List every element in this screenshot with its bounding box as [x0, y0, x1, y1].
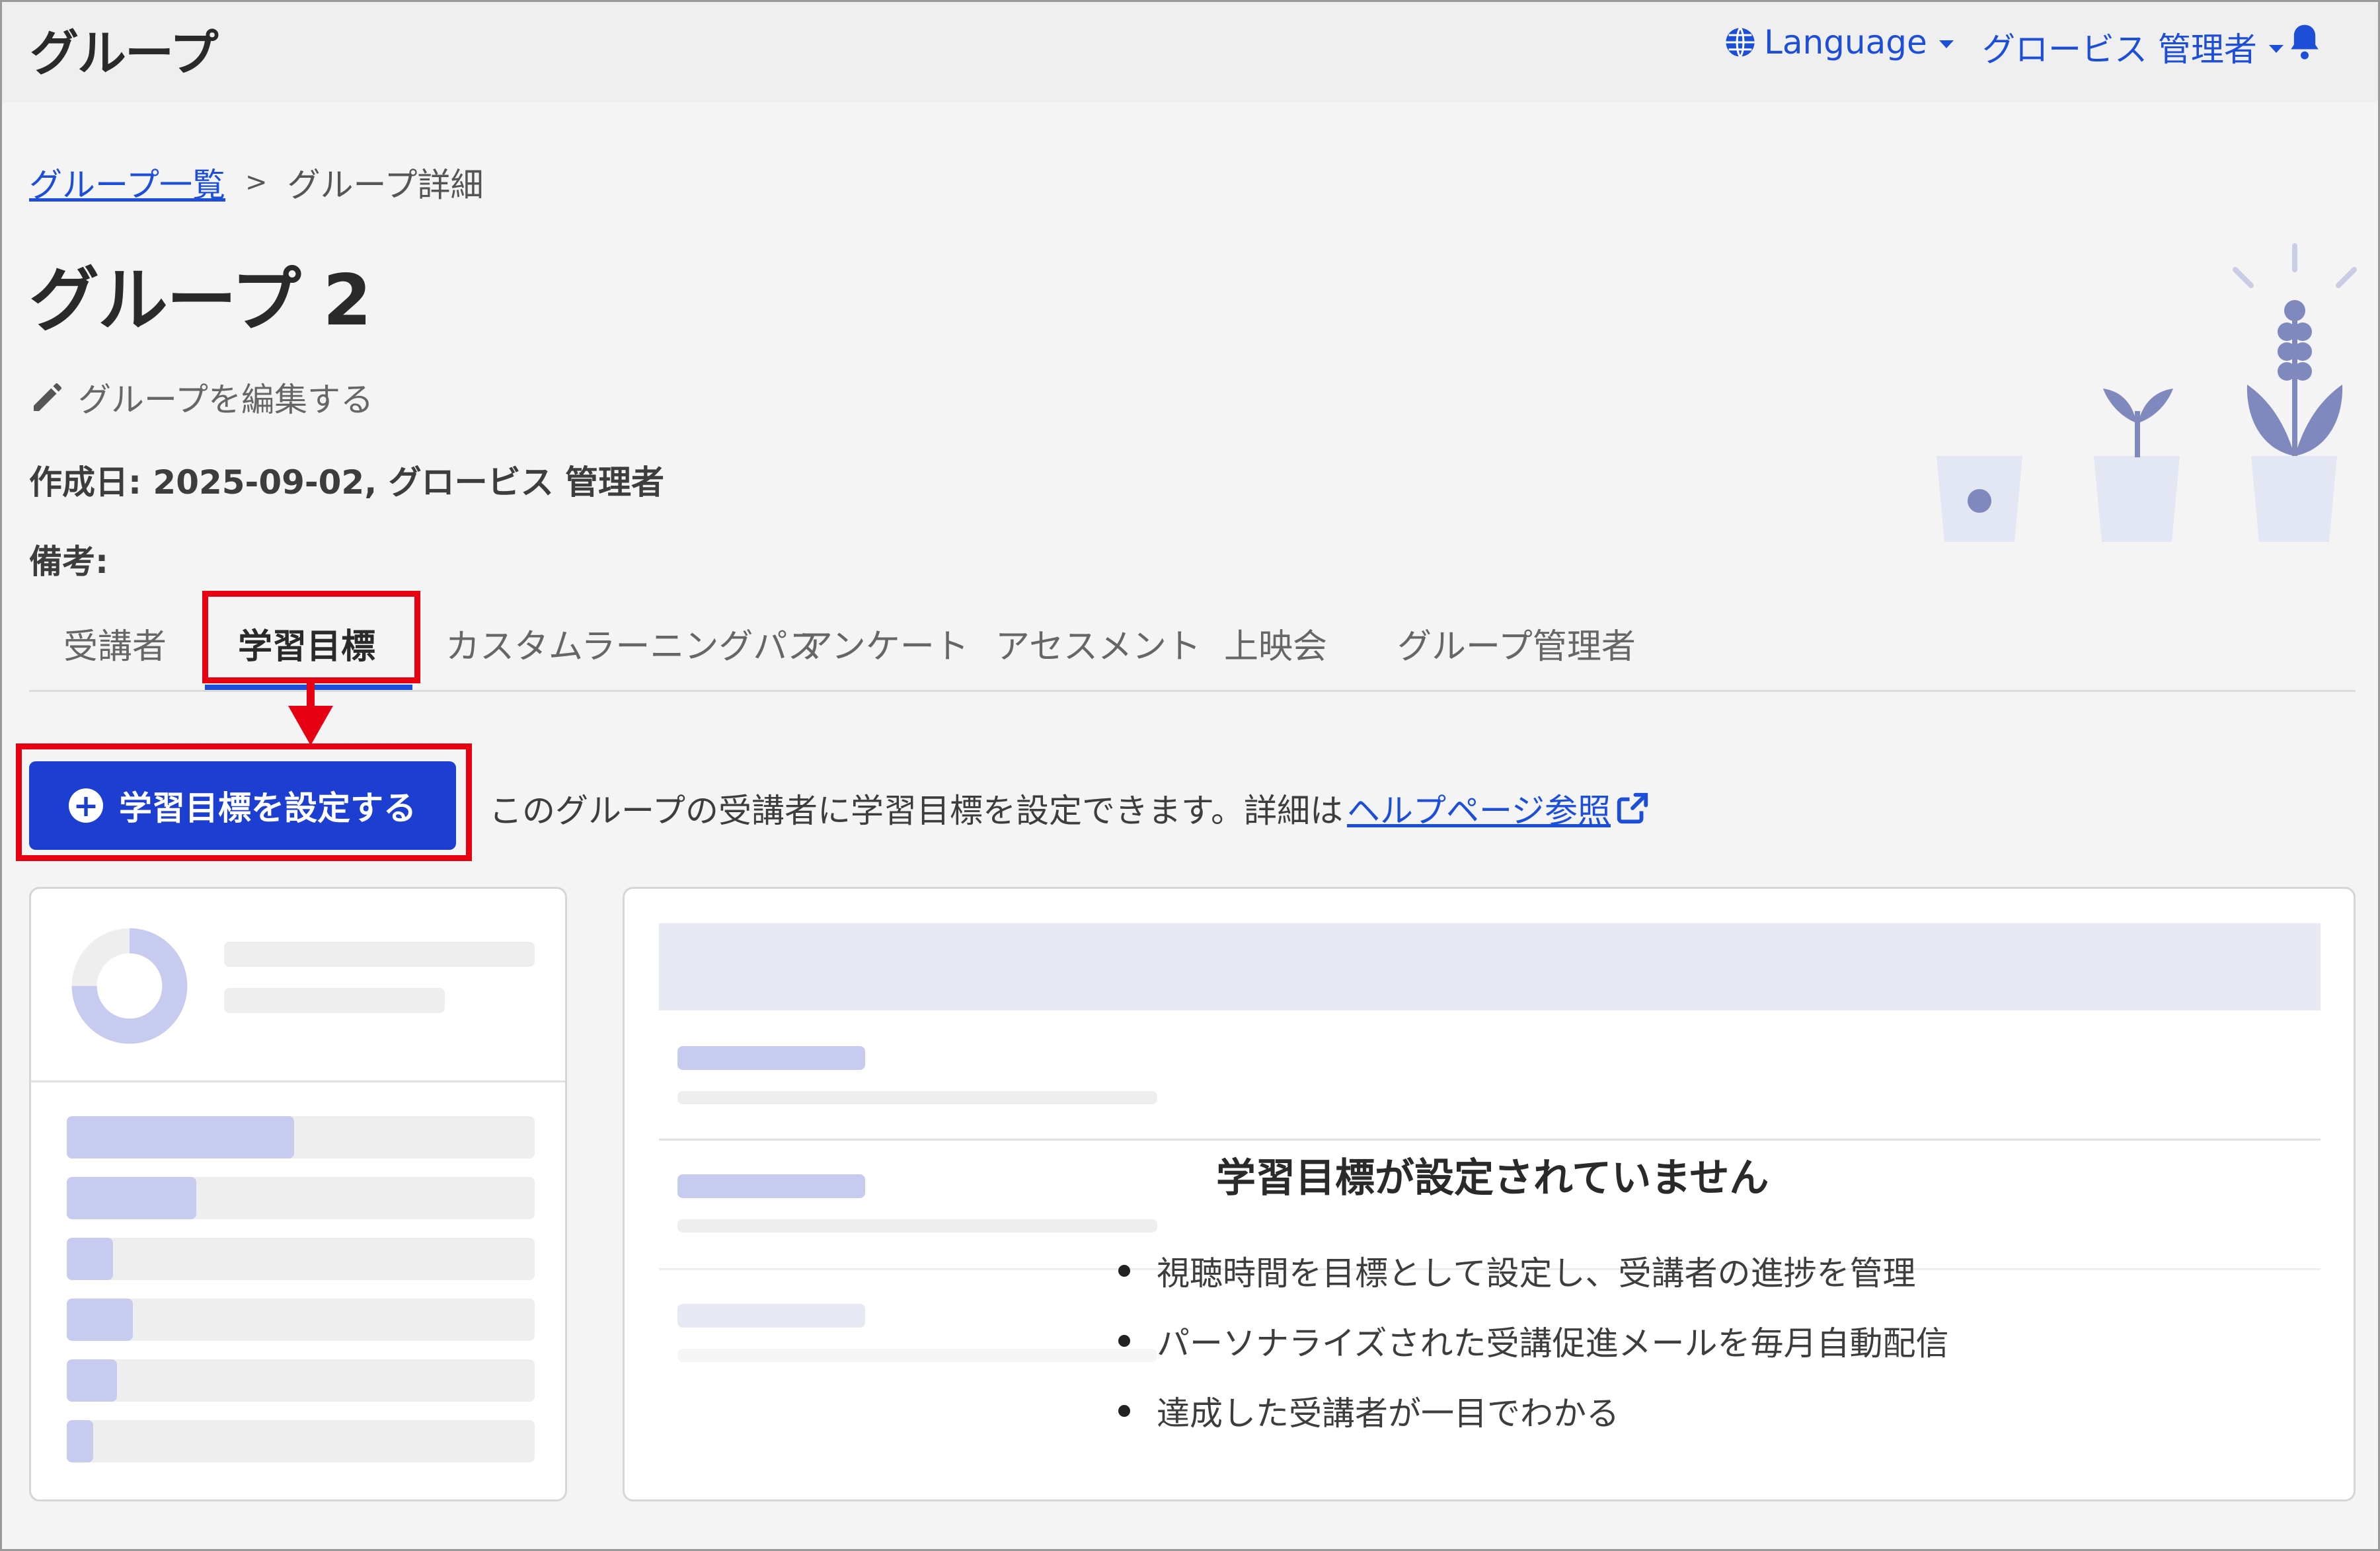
list-item: 達成した受講者が一目でわかる	[1118, 1376, 1949, 1446]
edit-group-label: グループを編集する	[78, 381, 373, 419]
skeleton-bar-fill	[67, 1299, 133, 1341]
skeleton-bar-track	[67, 1299, 535, 1341]
feature-list: 視聴時間を目標として設定し、受講者の進捗を管理 パーソナライズされた受講促進メー…	[1118, 1236, 1949, 1446]
skeleton-bar-fill	[67, 1420, 93, 1462]
feature-text: パーソナライズされた受講促進メールを毎月自動配信	[1157, 1324, 1949, 1363]
donut-skeleton	[71, 928, 188, 1044]
pencil-icon	[34, 383, 61, 411]
bullet-dot	[1118, 1265, 1130, 1277]
skeleton-line	[224, 942, 535, 967]
skeleton-bar-track	[67, 1359, 535, 1402]
skeleton-line	[677, 1219, 1157, 1232]
tab-assessment[interactable]: アセスメント	[995, 619, 1201, 668]
empty-state-title: 学習目標が設定されていません	[1216, 1155, 1769, 1201]
goal-hint: このグループの受講者に学習目標を設定できます。詳細は ヘルプページ参照	[489, 784, 1650, 832]
skeleton-bar-track	[67, 1420, 535, 1462]
highlight-arrow-head	[288, 706, 333, 745]
note-label: 備考:	[29, 543, 108, 581]
divider	[31, 1080, 565, 1082]
list-item: 視聴時間を目標として設定し、受講者の進捗を管理	[1118, 1236, 1949, 1306]
skeleton-header	[659, 923, 2321, 1010]
breadcrumb: グループ一覧 > グループ詳細	[29, 159, 484, 206]
user-menu[interactable]: グロービス 管理者	[1982, 23, 2284, 71]
highlight-box-tab	[202, 591, 420, 683]
skeleton-bar-track	[67, 1238, 535, 1280]
tab-group-admins[interactable]: グループ管理者	[1397, 619, 1636, 668]
bullet-dot	[1118, 1405, 1130, 1417]
tab-custom-learning-path[interactable]: カスタムラーニングパス	[445, 619, 822, 668]
set-learning-goal-button[interactable]: + 学習目標を設定する	[29, 761, 456, 850]
skeleton-line	[677, 1304, 865, 1328]
external-link-icon[interactable]	[1615, 790, 1650, 826]
divider	[659, 1139, 2321, 1141]
plus-circle-icon: +	[69, 788, 103, 823]
breadcrumb-group-list-link[interactable]: グループ一覧	[29, 159, 225, 206]
goal-hint-text: このグループの受講者に学習目標を設定できます。詳細は	[489, 792, 1343, 830]
bell-icon[interactable]	[2286, 22, 2323, 61]
plants-illustration	[1937, 243, 2357, 542]
feature-text: 達成した受講者が一目でわかる	[1157, 1394, 1619, 1433]
edit-group-link[interactable]: グループを編集する	[29, 373, 373, 421]
globe-icon	[1726, 27, 1755, 57]
language-label: Language	[1764, 23, 1927, 61]
progress-summary-panel	[29, 887, 567, 1501]
chevron-down-icon	[1939, 40, 1954, 48]
language-menu[interactable]: Language	[1723, 23, 1954, 61]
skeleton-bar-fill	[67, 1238, 113, 1280]
skeleton-line	[677, 1091, 1157, 1104]
skeleton-line	[677, 1349, 1157, 1362]
tab-learners[interactable]: 受講者	[63, 619, 167, 668]
chevron-down-icon	[2268, 45, 2284, 53]
set-learning-goal-label: 学習目標を設定する	[119, 789, 416, 827]
skeleton-line	[224, 988, 445, 1013]
bullet-dot	[1118, 1335, 1130, 1347]
breadcrumb-current: グループ詳細	[287, 166, 484, 204]
skeleton-bar-fill	[67, 1116, 294, 1158]
list-item: パーソナライズされた受講促進メールを毎月自動配信	[1118, 1306, 1949, 1376]
breadcrumb-separator: >	[245, 167, 268, 198]
tab-screening[interactable]: 上映会	[1224, 619, 1327, 668]
skeleton-bar-fill	[67, 1359, 117, 1402]
skeleton-line	[677, 1046, 865, 1070]
skeleton-bar-fill	[67, 1177, 196, 1219]
skeleton-line	[677, 1174, 865, 1198]
page-title: グループ 2	[29, 260, 371, 341]
help-page-link[interactable]: ヘルプページ参照	[1347, 784, 1611, 832]
created-info: 作成日: 2025-09-02, グロービス 管理者	[29, 463, 665, 502]
top-bar: グループ Language グロービス 管理者	[2, 2, 2378, 102]
tab-survey[interactable]: アンケート	[798, 619, 969, 668]
feature-text: 視聴時間を目標として設定し、受講者の進捗を管理	[1157, 1254, 1916, 1293]
user-label: グロービス 管理者	[1982, 30, 2257, 69]
app-title: グループ	[30, 25, 219, 82]
